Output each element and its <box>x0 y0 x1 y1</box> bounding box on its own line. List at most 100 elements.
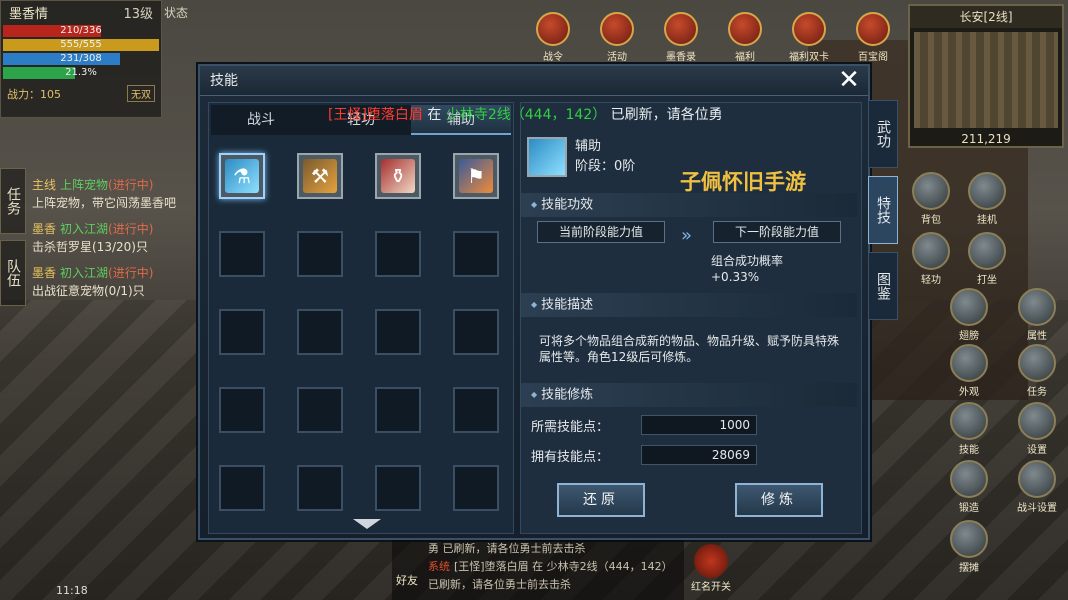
quest-item[interactable]: 墨香 初入江湖(进行中) <box>32 264 202 282</box>
chat-box[interactable]: 勇 已刷新，请各位勇士前去击杀 系统 [王怪]堕落白眉 在 少林寺2线（444，1… <box>392 540 684 600</box>
skill-slot-empty[interactable] <box>453 231 499 277</box>
skill-slot-empty[interactable] <box>375 465 421 511</box>
tab-combat[interactable]: 战斗 <box>211 105 311 135</box>
quest-item[interactable]: 主线 上阵宠物(进行中) <box>32 176 202 194</box>
combat-label: 战力： <box>7 87 40 101</box>
reset-button[interactable]: 还原 <box>557 483 645 517</box>
activity-icon <box>600 12 634 46</box>
card-icon <box>792 12 826 46</box>
side-button[interactable]: 任务 <box>1012 344 1062 398</box>
player-name: 墨香情 <box>9 6 49 22</box>
top-icon-bar: 战令 活动 墨香录 福利 福利双卡 百宝阁 <box>528 12 898 63</box>
meditate-icon <box>968 232 1006 270</box>
side-button[interactable]: 挂机 <box>962 172 1012 226</box>
minimap-map[interactable] <box>914 32 1058 128</box>
friend-button[interactable]: 好友 <box>390 548 424 592</box>
skill-slot-empty[interactable] <box>453 387 499 433</box>
chat-line: 系统 [王怪]堕落白眉 在 少林寺2线（444，142） <box>392 558 684 576</box>
side-button[interactable]: 外观 <box>944 344 994 398</box>
top-button-label: 活动 <box>607 52 627 63</box>
scroll-down-icon[interactable] <box>353 519 381 529</box>
wushuang-badge[interactable]: 无双 <box>127 85 155 102</box>
skill-slot-empty[interactable] <box>297 309 343 355</box>
auto-icon <box>968 172 1006 210</box>
side-button[interactable]: 设置 <box>1012 402 1062 456</box>
side-button[interactable]: 战斗设置 <box>1012 460 1062 514</box>
state-tab[interactable]: 状态 <box>164 4 188 21</box>
skill-slot-empty[interactable] <box>219 465 265 511</box>
skill-slot[interactable]: ⚑ <box>453 153 499 199</box>
task-icon <box>1018 344 1056 382</box>
extra-text: 21.3% <box>65 67 97 78</box>
hp-text: 210/336 <box>60 25 102 36</box>
quest-tag: 主线 <box>32 178 57 192</box>
quest-status: (进行中) <box>108 178 154 192</box>
tab-tujian[interactable]: 图鉴 <box>868 252 898 320</box>
friend-label: 好友 <box>396 574 418 587</box>
side-button-label: 挂机 <box>977 215 997 226</box>
tab-wugong[interactable]: 武功 <box>868 100 898 168</box>
red-name-toggle[interactable]: 红名开关 <box>686 544 736 593</box>
assist-skill-icon: ⚗ <box>225 159 259 193</box>
notice-place: 少林寺2线（444，142） <box>445 107 607 123</box>
top-button[interactable]: 墨香录 <box>656 12 706 63</box>
book-icon <box>664 12 698 46</box>
exp-text: 231/308 <box>60 53 102 64</box>
side-button-label: 任务 <box>1027 387 1047 398</box>
side-button-label: 摆摊 <box>959 563 979 574</box>
stall-icon <box>950 520 988 558</box>
side-button[interactable]: 属性 <box>1012 288 1062 342</box>
side-button[interactable]: 背包 <box>906 172 956 226</box>
quest-item[interactable]: 墨香 初入江湖(进行中) <box>32 220 202 238</box>
need-points-row: 所需技能点： 1000 <box>531 415 757 435</box>
top-button[interactable]: 战令 <box>528 12 578 63</box>
skill-slot[interactable]: ⚱ <box>375 153 421 199</box>
forge-icon <box>950 460 988 498</box>
side-button[interactable]: 轻功 <box>906 232 956 286</box>
top-button[interactable]: 福利 <box>720 12 770 63</box>
skill-slot-empty[interactable] <box>375 231 421 277</box>
side-button[interactable]: 锻造 <box>944 460 994 514</box>
skill-slot-empty[interactable] <box>297 231 343 277</box>
skill-slot[interactable]: ⚗ <box>219 153 265 199</box>
side-button[interactable]: 摆摊 <box>944 520 994 574</box>
skill-slot-empty[interactable] <box>375 309 421 355</box>
tab-teji[interactable]: 特技 <box>868 176 898 244</box>
top-button[interactable]: 福利双卡 <box>784 12 834 63</box>
player-status-panel[interactable]: 墨香情 13级 210/336 555/555 231/308 21.3% 战力… <box>0 0 162 118</box>
skill-slot-empty[interactable] <box>453 465 499 511</box>
skill-slot-empty[interactable] <box>219 309 265 355</box>
skill-slot-empty[interactable] <box>219 387 265 433</box>
mp-bar: 555/555 <box>3 39 159 51</box>
pot-skill-icon: ⚱ <box>381 159 415 193</box>
current-stage-box: 当前阶段能力值 <box>537 221 665 243</box>
minimap-coords: 211,219 <box>961 132 1011 146</box>
skill-slot-empty[interactable] <box>375 387 421 433</box>
tab-quest[interactable]: 任务 <box>0 168 26 234</box>
effect-value: +0.33% <box>711 270 760 284</box>
top-button[interactable]: 百宝阁 <box>848 12 898 63</box>
top-button[interactable]: 活动 <box>592 12 642 63</box>
hammer-skill-icon: ⚒ <box>303 159 337 193</box>
skill-header: 辅助 阶段：0阶 <box>527 137 635 177</box>
side-button[interactable]: 技能 <box>944 402 994 456</box>
side-button[interactable]: 翅膀 <box>944 288 994 342</box>
quest-tag: 墨香 <box>32 266 57 280</box>
skill-slot-empty[interactable] <box>453 309 499 355</box>
tab-team[interactable]: 队伍 <box>0 240 26 306</box>
skill-slot[interactable]: ⚒ <box>297 153 343 199</box>
skill-slot-empty[interactable] <box>297 387 343 433</box>
war-order-icon <box>536 12 570 46</box>
minimap[interactable]: 长安[2线] 211,219 <box>908 4 1064 148</box>
next-stage-box: 下一阶段能力值 <box>713 221 841 243</box>
close-icon[interactable]: ✕ <box>836 67 862 94</box>
side-button[interactable]: 打坐 <box>962 232 1012 286</box>
skill-slot-empty[interactable] <box>297 465 343 511</box>
train-header: 技能修炼 <box>521 383 857 407</box>
chevron-right-icon: » <box>681 225 693 246</box>
dialog-side-tabs: 武功 特技 图鉴 <box>868 100 898 328</box>
skill-slot-empty[interactable] <box>219 231 265 277</box>
own-points-value: 28069 <box>641 445 757 465</box>
combat-value: 105 <box>40 87 61 101</box>
train-button[interactable]: 修炼 <box>735 483 823 517</box>
